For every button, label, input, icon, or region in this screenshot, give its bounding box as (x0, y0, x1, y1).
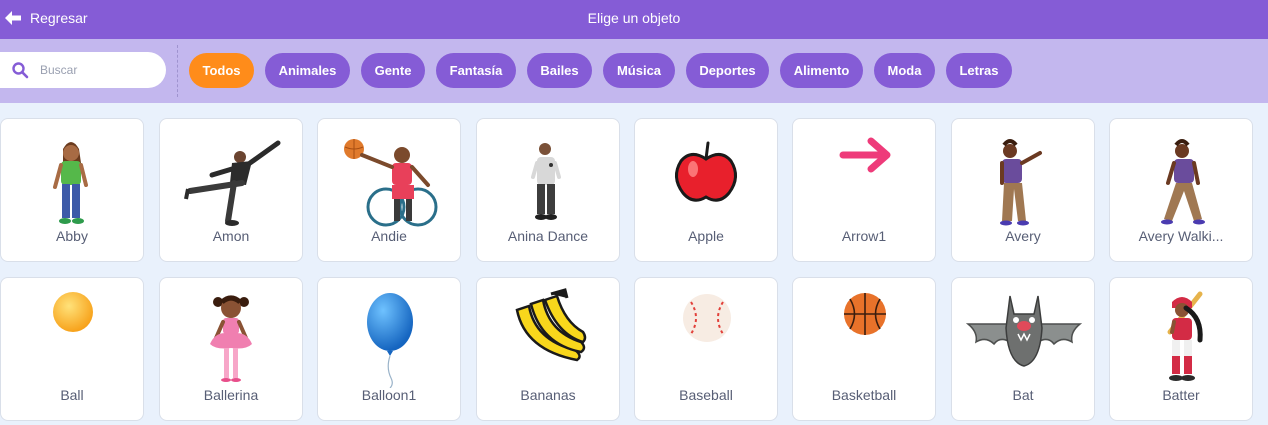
bananas-icon (515, 288, 587, 362)
sprite-card-bat[interactable]: Bat (951, 277, 1095, 421)
avery-walking-icon (1161, 139, 1205, 225)
sprite-label: Baseball (679, 387, 733, 403)
sprite-label: Andie (371, 228, 407, 244)
sprite-card-arrow1[interactable]: Arrow1 (792, 118, 936, 262)
balloon1-icon (367, 293, 413, 388)
sprite-card-ballerina[interactable]: Ballerina (159, 277, 303, 421)
sprite-label: Bananas (520, 387, 576, 403)
search-icon (12, 62, 29, 79)
andie-icon (344, 139, 438, 227)
basketball-icon (844, 293, 886, 335)
sprite-label: Avery Walki... (1138, 228, 1224, 244)
search-input[interactable] (40, 60, 156, 80)
ballerina-icon (210, 295, 252, 382)
sprite-card-baseball[interactable]: Baseball (634, 277, 778, 421)
anina-dance-icon (531, 143, 561, 220)
tag-animales[interactable]: Animales (265, 53, 350, 88)
sprite-card-amon[interactable]: Amon (159, 118, 303, 262)
header-bar: Regresar Elige un objeto (0, 0, 1268, 39)
tag-todos[interactable]: Todos (189, 53, 254, 88)
sprite-card-abby[interactable]: Abby (0, 118, 144, 262)
sprite-card-batter[interactable]: Batter (1109, 277, 1253, 421)
sprite-label: Ball (60, 387, 84, 403)
sprite-label: Anina Dance (507, 228, 589, 244)
sprite-label: Bat (1012, 387, 1034, 403)
sprite-card-balloon1[interactable]: Balloon1 (317, 277, 461, 421)
tag-deportes[interactable]: Deportes (686, 53, 769, 88)
sprite-card-basketball[interactable]: Basketball (792, 277, 936, 421)
batter-icon (1167, 291, 1203, 381)
tag-letras[interactable]: Letras (946, 53, 1012, 88)
search-box[interactable] (0, 52, 166, 88)
sprite-label: Basketball (831, 387, 897, 403)
arrow1-icon (839, 137, 891, 173)
sprite-label: Ballerina (203, 387, 259, 403)
sprite-label: Avery (1005, 228, 1041, 244)
tag-musica[interactable]: Música (603, 53, 675, 88)
sprite-card-andie[interactable]: Andie (317, 118, 461, 262)
sprite-card-avery-walking[interactable]: Avery Walki... (1109, 118, 1253, 262)
page-title: Elige un objeto (587, 10, 681, 26)
sprite-card-anina-dance[interactable]: Anina Dance (476, 118, 620, 262)
sprite-label: Apple (688, 228, 724, 244)
avery-icon (1000, 139, 1042, 226)
sprite-card-ball[interactable]: Ball (0, 277, 144, 421)
amon-icon (184, 140, 281, 226)
sprite-label: Abby (56, 228, 88, 244)
sprite-label: Balloon1 (361, 387, 417, 403)
sprite-label: Arrow1 (841, 228, 887, 244)
ball-icon (53, 292, 93, 332)
sprite-label: Amon (212, 228, 250, 244)
tag-fantasia[interactable]: Fantasía (436, 53, 516, 88)
sprite-card-bananas[interactable]: Bananas (476, 277, 620, 421)
tag-moda[interactable]: Moda (874, 53, 935, 88)
tag-bailes[interactable]: Bailes (527, 53, 592, 88)
sprite-grid: Abby Amon Andie Anina Dance Apple Arrow1… (0, 104, 1268, 425)
apple-icon (675, 141, 737, 202)
sprite-label: Batter (1162, 387, 1200, 403)
bat-icon (965, 295, 1083, 367)
sprite-card-avery[interactable]: Avery (951, 118, 1095, 262)
tag-gente[interactable]: Gente (361, 53, 425, 88)
baseball-icon (683, 294, 731, 342)
tag-alimento[interactable]: Alimento (780, 53, 863, 88)
filter-bar: Todos Animales Gente Fantasía Bailes Mús… (0, 39, 1268, 103)
abby-icon (53, 142, 88, 224)
sprite-card-apple[interactable]: Apple (634, 118, 778, 262)
filter-divider (177, 45, 178, 97)
